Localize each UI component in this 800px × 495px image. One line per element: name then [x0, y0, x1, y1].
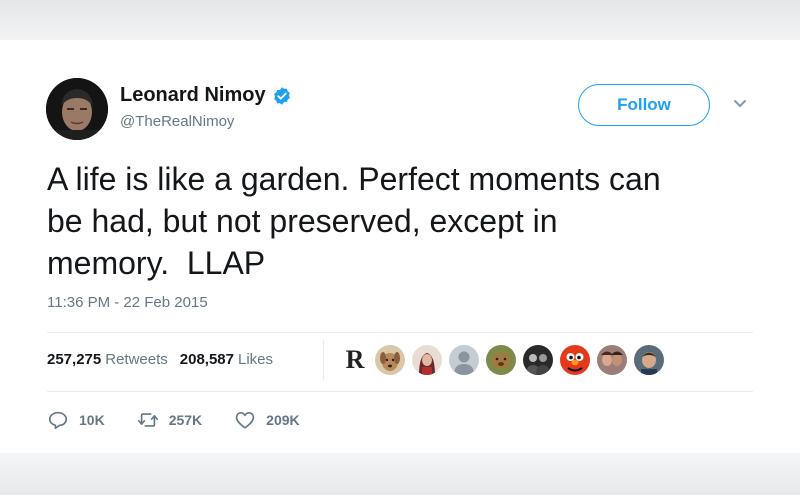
liker-avatar[interactable] [449, 345, 479, 375]
user-name-row: Leonard Nimoy [120, 84, 292, 107]
background-band-bottom [0, 453, 800, 495]
liker-avatar-initial[interactable]: R [343, 345, 367, 375]
verified-badge-icon [273, 86, 290, 105]
background-band-top [0, 0, 800, 40]
chevron-down-icon[interactable] [732, 98, 748, 110]
retweet-count: 257K [168, 412, 203, 428]
liker-avatar[interactable] [560, 345, 590, 375]
likes-label[interactable]: Likes [238, 351, 273, 368]
retweets-label[interactable]: Retweets [105, 351, 168, 368]
liker-avatar[interactable] [486, 345, 516, 375]
avatar-image [46, 78, 108, 140]
divider [47, 391, 753, 392]
follow-button[interactable]: Follow [578, 84, 710, 126]
liker-avatar[interactable] [597, 345, 627, 375]
reply-count: 10K [79, 412, 105, 428]
tweet-text-line: be had, but not preserved, except in [47, 203, 558, 239]
heart-icon [235, 412, 255, 429]
engagement-stats: 257,275 Retweets 208,587 Likes [47, 351, 273, 368]
liker-avatars: R [343, 345, 671, 375]
liker-avatar[interactable] [412, 345, 442, 375]
liker-avatar[interactable] [634, 345, 664, 375]
stats-separator [323, 340, 324, 380]
avatar[interactable] [46, 78, 108, 140]
tweet-text-line: memory. LLAP [47, 245, 266, 281]
likes-count[interactable]: 208,587 [180, 351, 234, 368]
user-name[interactable]: Leonard Nimoy [120, 84, 266, 107]
liker-avatar[interactable] [375, 345, 405, 375]
tweet-actions: 10K 257K 209K [47, 409, 332, 431]
reply-button[interactable]: 10K [47, 409, 105, 431]
like-button[interactable]: 209K [234, 409, 300, 431]
tweet-text: A life is like a garden. Perfect moments… [47, 158, 747, 284]
retweet-icon [137, 413, 158, 427]
tweet-card: Leonard Nimoy @TheRealNimoy Follow A lif… [0, 40, 800, 453]
reply-icon [48, 411, 68, 430]
divider [47, 332, 753, 333]
liker-avatar[interactable] [523, 345, 553, 375]
retweets-count[interactable]: 257,275 [47, 351, 101, 368]
retweet-button[interactable]: 257K [137, 409, 202, 431]
like-count: 209K [266, 412, 300, 428]
tweet-timestamp[interactable]: 11:36 PM - 22 Feb 2015 [47, 294, 208, 311]
user-handle[interactable]: @TheRealNimoy [120, 113, 234, 130]
tweet-text-line: A life is like a garden. Perfect moments… [47, 161, 661, 197]
